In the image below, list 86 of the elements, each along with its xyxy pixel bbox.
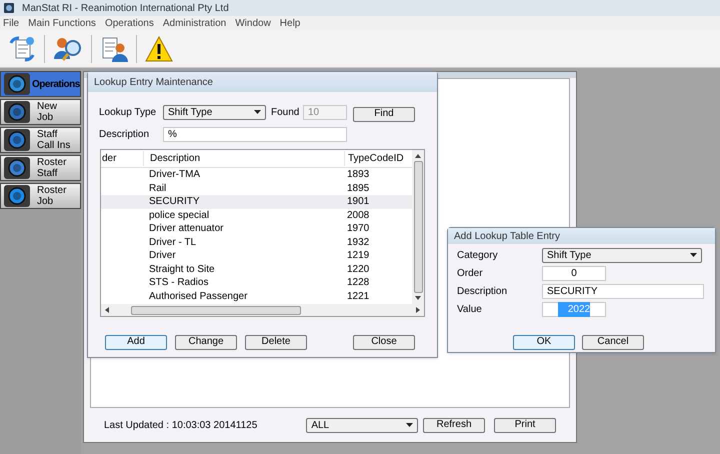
menu-item[interactable]: Window: [235, 16, 271, 31]
table-row[interactable]: Straight to Site 1220: [101, 262, 412, 276]
table-row[interactable]: Authorised Passenger 1221: [101, 290, 412, 303]
button[interactable]: Add: [105, 334, 167, 350]
dialog-title: Lookup Entry Maintenance: [94, 76, 213, 90]
right-arrow-icon[interactable]: [416, 307, 420, 313]
button[interactable]: Print: [494, 418, 556, 432]
field-label: Lookup Type: [99, 106, 158, 120]
button[interactable]: OK: [513, 334, 575, 350]
menu-item[interactable]: File: [3, 16, 20, 31]
scrollbar-thumb[interactable]: [131, 306, 301, 314]
caret-icon: [690, 253, 697, 257]
input-field[interactable]: %: [163, 127, 347, 142]
table-cell-text: 2008: [346, 208, 370, 223]
table-cell-text: 1970: [346, 222, 370, 236]
caret-icon: [406, 423, 413, 427]
button[interactable]: Change: [175, 334, 237, 350]
table-cell-text: Authorised Passenger: [148, 290, 248, 304]
table-row[interactable]: SECURITY 1901: [101, 195, 412, 208]
column-header[interactable]: Description: [143, 151, 344, 166]
input-field[interactable]: SECURITY: [542, 284, 704, 298]
dropdown[interactable]: Shift Type: [163, 104, 266, 120]
documents-sync-icon[interactable]: [8, 35, 36, 63]
scrollbar-thumb[interactable]: [414, 161, 422, 293]
button[interactable]: Cancel: [582, 334, 644, 350]
left-arrow-icon[interactable]: [105, 307, 109, 313]
up-arrow-icon[interactable]: [415, 154, 421, 158]
caret-icon: [254, 110, 261, 114]
table-cell-text: Driver attenuator: [148, 222, 224, 236]
last-updated-text: Last Updated : 10:03:03 20141125: [104, 418, 258, 432]
table-cell-text: 1893: [346, 168, 370, 182]
sidebar-item[interactable]: New Job: [0, 99, 81, 125]
table-row[interactable]: STS - Radios 1228: [101, 276, 412, 290]
column-header[interactable]: TypeCodeID: [344, 151, 404, 166]
menu-item[interactable]: Operations: [104, 16, 154, 31]
vertical-scrollbar[interactable]: [412, 150, 424, 304]
column-header[interactable]: der: [101, 151, 143, 166]
table-cell-text: 1221: [346, 290, 370, 304]
table-cell-text: Driver - TL: [148, 236, 198, 250]
table-row[interactable]: Driver - TL 1932: [101, 236, 412, 249]
user-document-icon[interactable]: [100, 35, 128, 63]
table-cell-text: Driver: [148, 249, 177, 264]
user-search-icon[interactable]: [53, 35, 83, 63]
input-field[interactable]: 0: [542, 266, 606, 280]
field-label: Description: [99, 128, 150, 142]
table-cell-text: 1895: [346, 182, 370, 196]
field-label: Category: [457, 248, 499, 262]
button[interactable]: Close: [353, 334, 415, 350]
sidebar-item[interactable]: Roster Staff: [0, 155, 81, 181]
field-label: Value: [457, 302, 483, 316]
table-cell-text: 1228: [346, 276, 370, 290]
horizontal-scrollbar[interactable]: [101, 304, 424, 316]
sidebar-item[interactable]: Roster Job: [0, 183, 81, 209]
menu-item[interactable]: Administration: [162, 16, 226, 31]
table-row[interactable]: police special 2008: [101, 208, 412, 222]
sidebar-item[interactable]: Operations: [0, 71, 81, 97]
table-cell-text: 1901: [346, 195, 370, 210]
table-cell-text: police special: [148, 208, 210, 223]
table-cell-text: STS - Radios: [148, 276, 210, 290]
table-cell-text: SECURITY: [148, 195, 201, 210]
menu-item[interactable]: Main Functions: [28, 16, 96, 31]
dialog-title: Add Lookup Table Entry: [454, 230, 560, 244]
window-title: ManStat RI - Reanimotion International Pty Ltd: [22, 2, 229, 16]
warning-icon[interactable]: [145, 36, 173, 62]
button[interactable]: Find: [353, 106, 415, 122]
table-cell-text: Rail: [148, 182, 168, 196]
table-row[interactable]: Driver 1219: [101, 249, 412, 262]
field-label: Description: [457, 284, 508, 298]
table-row[interactable]: Driver attenuator 1970: [101, 222, 412, 236]
table-cell-text: Straight to Site: [148, 262, 216, 277]
app-icon: [4, 3, 14, 13]
table-cell-text: Driver-TMA: [148, 168, 202, 182]
table-cell-text: 1932: [346, 236, 370, 250]
field-label: Order: [457, 266, 484, 280]
field-label: Found: [271, 106, 300, 120]
menu-item[interactable]: Help: [280, 16, 300, 31]
button[interactable]: Delete: [245, 334, 307, 350]
table-cell-text: 1220: [346, 262, 370, 277]
table-row[interactable]: Driver-TMA 1893: [101, 168, 412, 182]
filter-dropdown[interactable]: ALL: [306, 418, 418, 432]
table-cell-text: 1219: [346, 249, 370, 264]
sidebar-item[interactable]: Staff Call Ins: [0, 127, 81, 153]
button[interactable]: Refresh: [423, 418, 485, 432]
down-arrow-icon[interactable]: [415, 296, 421, 300]
dropdown[interactable]: Shift Type: [542, 248, 702, 262]
table-row[interactable]: Rail 1895: [101, 182, 412, 195]
